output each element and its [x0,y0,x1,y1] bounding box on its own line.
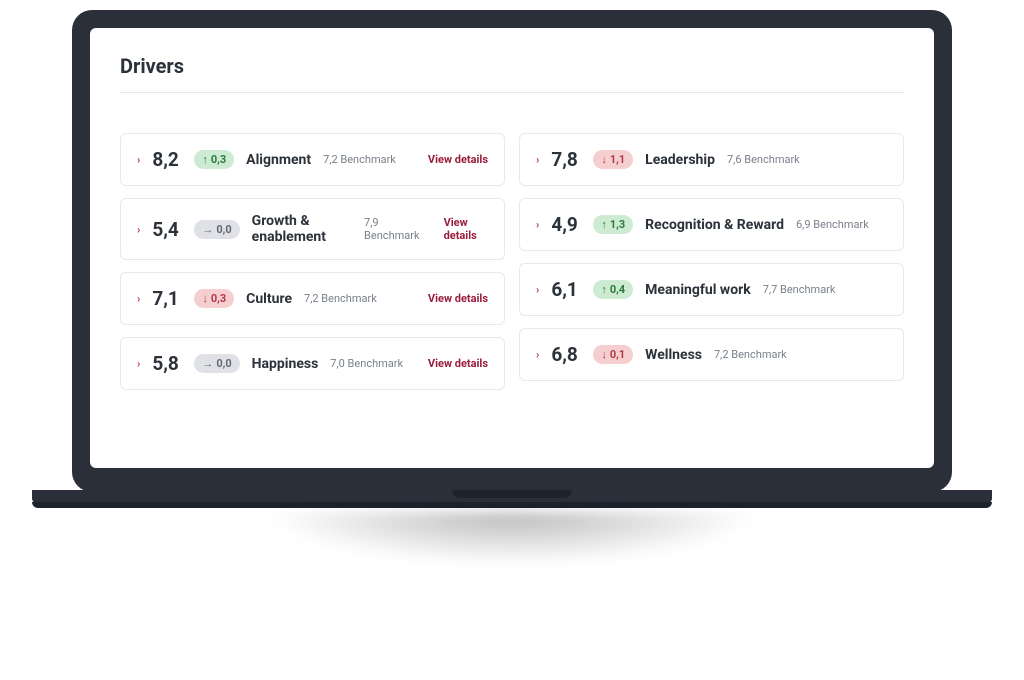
driver-score: 6,1 [551,278,581,301]
chevron-right-icon: › [137,293,140,304]
driver-score: 7,1 [152,287,182,310]
benchmark-label: 7,2 Benchmark [304,292,377,305]
trend-pill: ↓1,1 [593,150,633,169]
driver-card[interactable]: › 5,4 →0,0 Growth & enablement 7,9 Benchmark… [120,198,505,260]
drivers-column-left: ›8,2↑0,3Alignment7,2 BenchmarkView detai… [120,133,505,390]
benchmark-label: 7,7 Benchmark [763,283,836,296]
trend-pill: ↓0,1 [593,345,633,364]
trend-pill: ↑0,3 [194,150,234,169]
benchmark-label: 7,2 Benchmark [323,153,396,166]
laptop-mockup: Drivers ›8,2↑0,3Alignment7,2 BenchmarkVi… [72,10,952,510]
trend-delta: 0,1 [610,348,625,361]
arrow-down-icon: ↓ [601,348,607,361]
driver-card[interactable]: › 7,1 ↓0,3 Culture 7,2 Benchmark View details [120,272,505,325]
app-screen: Drivers ›8,2↑0,3Alignment7,2 BenchmarkVi… [90,28,934,468]
drivers-column-right: ›7,8↓1,1Leadership7,6 Benchmark›4,9↑1,3R… [519,133,904,390]
driver-card[interactable]: › 6,1 ↑0,4 Meaningful work 7,7 Benchmark [519,263,904,316]
arrow-up-icon: ↑ [601,283,607,296]
arrow-down-icon: ↓ [601,153,607,166]
driver-name: Culture [246,291,292,307]
trend-pill: ↑1,3 [593,215,633,234]
view-details-link[interactable]: View details [428,292,488,305]
driver-name: Alignment [246,152,311,168]
driver-name: Recognition & Reward [645,217,784,233]
arrow-up-icon: ↑ [601,218,607,231]
arrow-down-icon: ↓ [202,292,208,305]
chevron-right-icon: › [137,358,140,369]
view-details-link[interactable]: View details [444,216,488,242]
arrow-right-icon: → [202,223,213,236]
chevron-right-icon: › [536,219,539,230]
driver-score: 5,8 [152,352,182,375]
driver-name: Leadership [645,152,715,168]
driver-card[interactable]: › 4,9 ↑1,3 Recognition & Reward 6,9 Benchmar… [519,198,904,251]
driver-name: Wellness [645,347,702,363]
trend-delta: 0,0 [216,357,231,370]
trend-delta: 0,4 [610,283,625,296]
driver-score: 7,8 [551,148,581,171]
chevron-right-icon: › [536,154,539,165]
trend-delta: 1,3 [610,218,625,231]
laptop-base [72,490,952,510]
driver-name: Growth & enablement [252,213,352,245]
driver-name: Happiness [252,356,319,372]
view-details-link[interactable]: View details [428,153,488,166]
benchmark-label: 7,6 Benchmark [727,153,800,166]
trend-delta: 1,1 [610,153,625,166]
view-details-link[interactable]: View details [428,357,488,370]
arrow-right-icon: → [202,357,213,370]
driver-name: Meaningful work [645,282,751,298]
driver-score: 8,2 [152,148,182,171]
chevron-right-icon: › [536,284,539,295]
benchmark-label: 6,9 Benchmark [796,218,869,231]
trend-delta: 0,0 [216,223,231,236]
arrow-up-icon: ↑ [202,153,208,166]
benchmark-label: 7,0 Benchmark [330,357,403,370]
laptop-bezel: Drivers ›8,2↑0,3Alignment7,2 BenchmarkVi… [72,10,952,492]
benchmark-label: 7,2 Benchmark [714,348,787,361]
trend-pill: →0,0 [194,220,239,239]
trend-pill: →0,0 [194,354,239,373]
trend-delta: 0,3 [211,292,226,305]
chevron-right-icon: › [536,349,539,360]
driver-card[interactable]: › 6,8 ↓0,1 Wellness 7,2 Benchmark [519,328,904,381]
chevron-right-icon: › [137,224,140,235]
drivers-grid: ›8,2↑0,3Alignment7,2 BenchmarkView detai… [120,133,904,390]
driver-card[interactable]: › 5,8 →0,0 Happiness 7,0 Benchmark View detai… [120,337,505,390]
trend-delta: 0,3 [211,153,226,166]
driver-score: 6,8 [551,343,581,366]
chevron-right-icon: › [137,154,140,165]
driver-score: 4,9 [551,213,581,236]
driver-card[interactable]: › 7,8 ↓1,1 Leadership 7,6 Benchmark [519,133,904,186]
driver-card[interactable]: › 8,2 ↑0,3 Alignment 7,2 Benchmark View detai… [120,133,505,186]
page-title: Drivers [120,54,904,78]
trend-pill: ↓0,3 [194,289,234,308]
benchmark-label: 7,9 Benchmark [364,216,420,242]
trend-pill: ↑0,4 [593,280,633,299]
driver-score: 5,4 [152,218,182,241]
divider [120,92,904,93]
